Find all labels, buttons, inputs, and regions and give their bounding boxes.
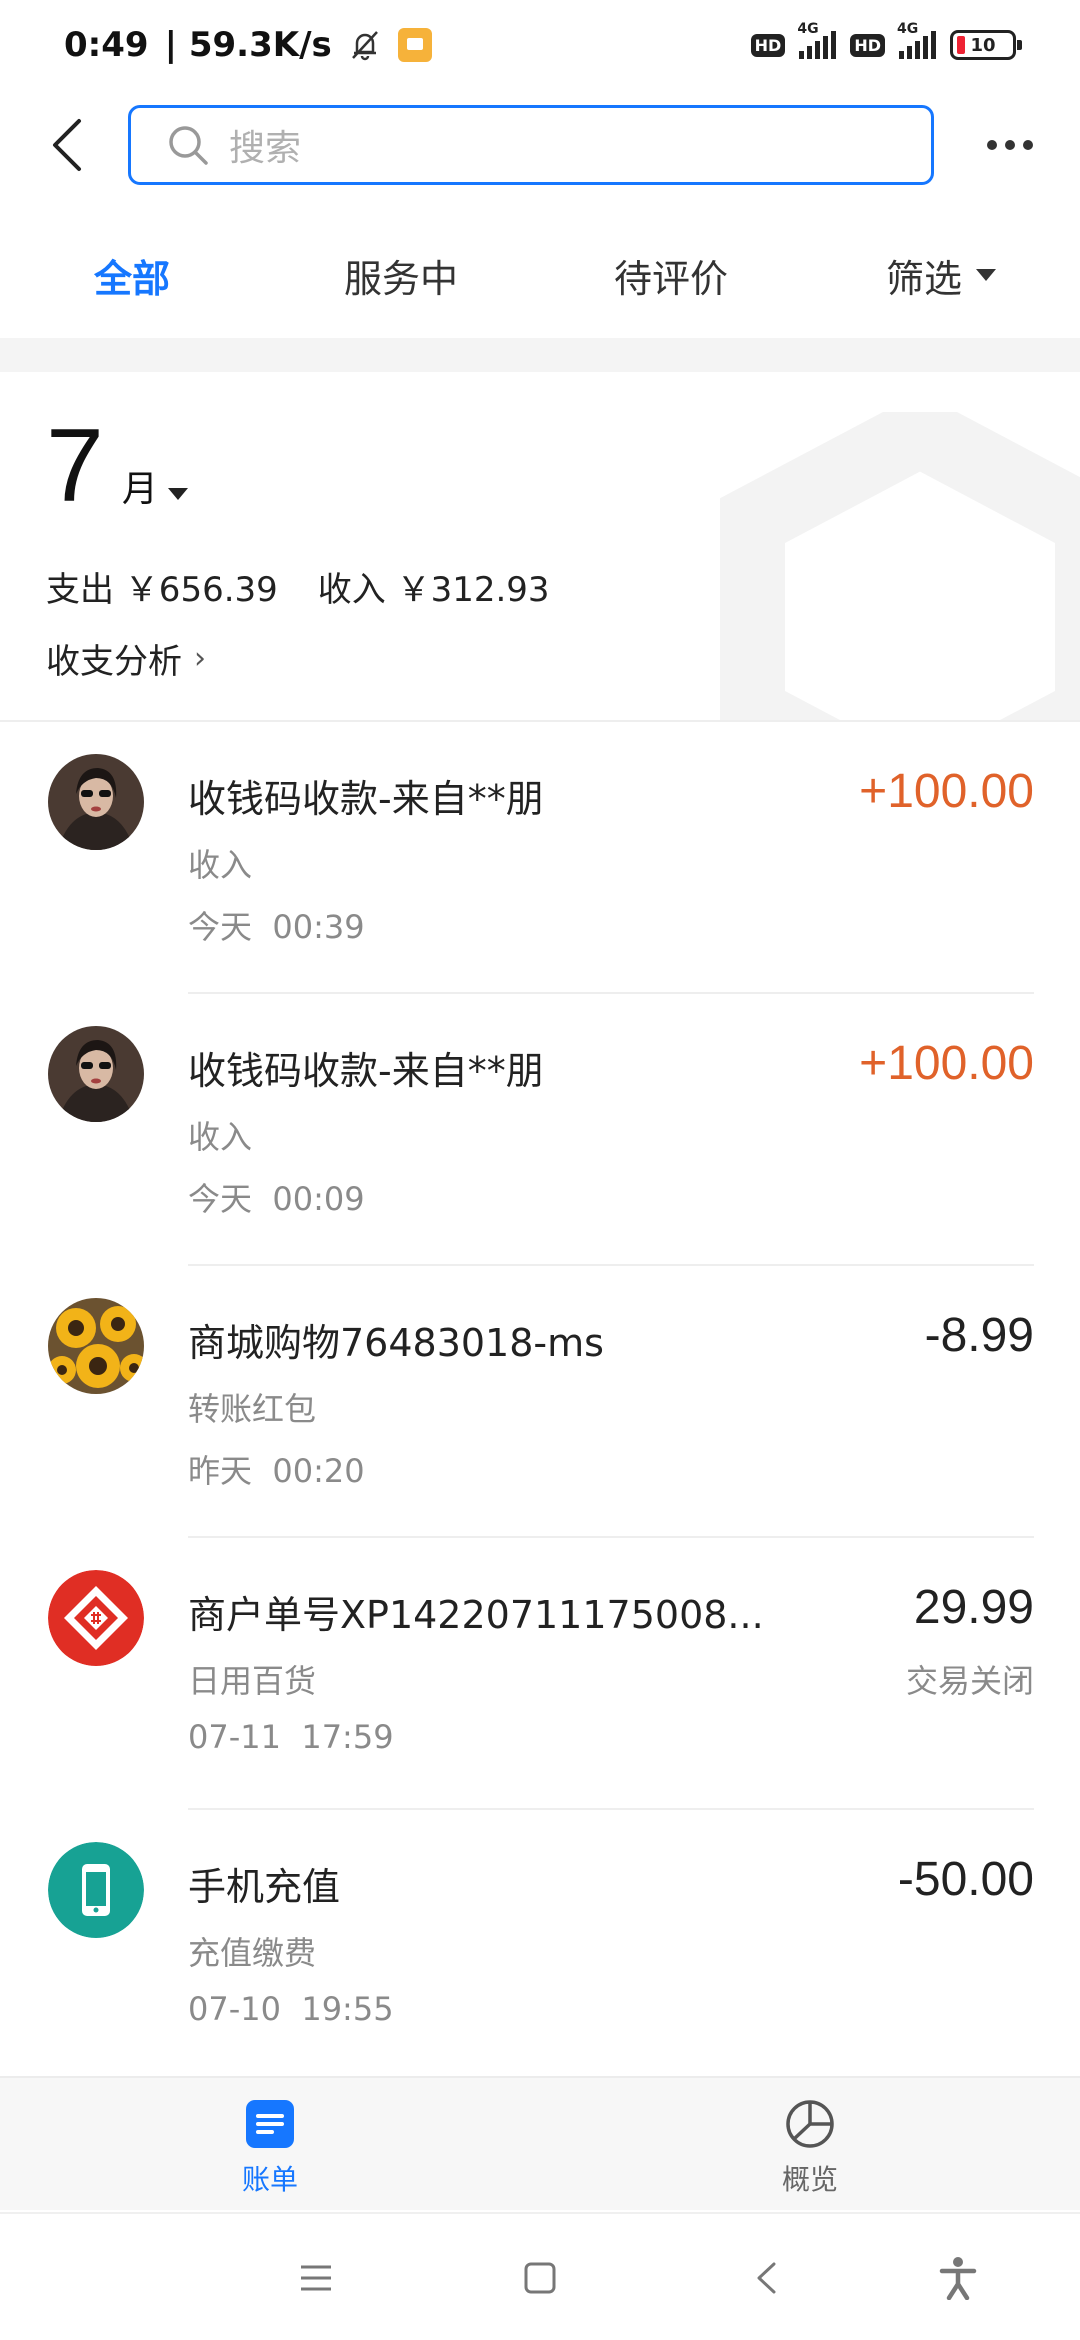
transaction-row[interactable]: 商城购物76483018-ms 转账红包 昨天 00:20 -8.99: [0, 1266, 1080, 1538]
back-button[interactable]: [40, 114, 94, 176]
filter-tabs: 全部 服务中 待评价 筛选: [0, 230, 1080, 320]
transaction-category: 充值缴费: [188, 1934, 317, 1972]
status-right: HD 4G HD 4G 10: [750, 21, 1022, 60]
transaction-time: 今天 00:09: [188, 1180, 365, 1218]
system-navigation-bar: [0, 2212, 1080, 2340]
nav-bill-label: 账单: [241, 2163, 298, 2196]
expense-total: 支出 ￥656.39: [46, 570, 278, 610]
hd-badge: HD: [750, 33, 786, 57]
tab-all[interactable]: 全部: [94, 248, 170, 303]
month-selector[interactable]: 7 月: [46, 408, 188, 524]
phone-recharge-icon: [48, 1842, 144, 1938]
transaction-status: 交易关闭: [905, 1662, 1034, 1700]
nav-overview-label: 概览: [781, 2163, 838, 2196]
transaction-title: 商户单号XP14220711175008...: [188, 1593, 764, 1637]
network-type-label: 4G: [797, 21, 819, 37]
network-speed: | 59.3K/s: [164, 25, 332, 65]
income-total: 收入 ￥312.93: [317, 570, 550, 610]
transaction-title: 收钱码收款-来自**朋: [188, 777, 544, 821]
transaction-category: 日用百货: [188, 1662, 317, 1700]
notification-app-icon: [397, 28, 432, 62]
accessibility-button[interactable]: [928, 2248, 988, 2308]
tab-filter[interactable]: 筛选: [886, 248, 997, 303]
menu-lines-icon: [301, 2265, 331, 2291]
person-avatar: [48, 754, 144, 850]
hd-badge-2: HD: [850, 33, 885, 57]
sunflower-avatar: [48, 1298, 144, 1394]
system-back-button[interactable]: [736, 2248, 796, 2308]
battery-icon: 10: [950, 30, 1022, 60]
back-arrow-icon: [53, 119, 81, 171]
search-icon: [169, 126, 208, 165]
status-left: 0:49 | 59.3K/s: [64, 25, 432, 65]
person-avatar: [48, 1026, 144, 1122]
transaction-row[interactable]: 手机充值 充值缴费 07-10 19:55 -50.00: [0, 1810, 1080, 2082]
tab-pending-review[interactable]: 待评价: [614, 248, 728, 303]
pinduoduo-logo: [48, 1570, 144, 1666]
battery-level: 10: [970, 34, 996, 56]
search-input[interactable]: 搜索: [128, 105, 934, 185]
section-gap: [0, 338, 1080, 372]
transaction-row[interactable]: 商户单号XP14220711175008... 日用百货 07-11 17:59…: [0, 1538, 1080, 1810]
recent-apps-button[interactable]: [286, 2248, 346, 2308]
transaction-time: 今天 00:39: [188, 908, 365, 946]
transaction-time: 07-10 19:55: [188, 1990, 394, 2028]
transaction-list: 收钱码收款-来自**朋 收入 今天 00:39 +100.00 收钱码收款-来自…: [0, 722, 1080, 2082]
nav-bill[interactable]: 账单: [170, 2098, 370, 2198]
accessibility-icon: [939, 2257, 977, 2300]
transaction-title: 收钱码收款-来自**朋: [188, 1049, 544, 1093]
transaction-row[interactable]: 收钱码收款-来自**朋 收入 今天 00:09 +100.00: [0, 994, 1080, 1266]
transaction-amount: 29.99: [913, 1581, 1034, 1634]
bottom-tab-bar: 账单 概览: [0, 2076, 1080, 2210]
transaction-time: 昨天 00:20: [188, 1452, 365, 1490]
income-expense-analysis-link[interactable]: 收支分析 ›: [46, 634, 206, 683]
back-triangle-icon: [757, 2262, 776, 2294]
transaction-category: 收入: [188, 846, 253, 884]
transaction-category: 转账红包: [188, 1390, 317, 1428]
status-bar: 0:49 | 59.3K/s HD 4G HD 4G 10: [0, 0, 1080, 90]
signal-strength-icon: 4G: [797, 21, 837, 59]
transaction-title: 手机充值: [188, 1865, 341, 1909]
transaction-title: 商城购物76483018-ms: [188, 1321, 604, 1365]
chevron-right-icon: ›: [194, 641, 206, 676]
month-number: 7: [46, 408, 104, 524]
month-unit: 月: [121, 469, 158, 510]
transaction-row[interactable]: 收钱码收款-来自**朋 收入 今天 00:39 +100.00: [0, 722, 1080, 994]
bill-icon: [246, 2100, 294, 2148]
month-totals: 支出 ￥656.39 收入 ￥312.93: [46, 562, 550, 611]
bell-muted-icon: [351, 31, 378, 61]
background-hexagon-decoration: [720, 412, 1080, 720]
caret-down-icon: [976, 269, 997, 281]
more-options-button[interactable]: [980, 120, 1040, 170]
search-placeholder: 搜索: [229, 128, 302, 169]
pie-chart-icon: [786, 2100, 834, 2148]
tab-in-service[interactable]: 服务中: [344, 248, 458, 303]
transaction-amount: -8.99: [924, 1309, 1034, 1362]
clock: 0:49: [64, 25, 149, 65]
analysis-link-label: 收支分析: [46, 642, 182, 682]
transaction-category: 收入: [188, 1118, 253, 1156]
nav-overview[interactable]: 概览: [710, 2098, 910, 2198]
header: 搜索: [0, 100, 1080, 190]
home-square-icon: [524, 2262, 556, 2294]
signal-strength-icon-2: 4G: [897, 21, 936, 59]
home-button[interactable]: [510, 2248, 570, 2308]
transaction-amount: -50.00: [897, 1853, 1034, 1906]
transaction-amount: +100.00: [859, 765, 1034, 818]
network-type-label-2: 4G: [897, 21, 919, 37]
monthly-summary: 7 月 支出 ￥656.39 收入 ￥312.93 收支分析 ›: [0, 372, 1080, 720]
tab-filter-label: 筛选: [886, 256, 963, 301]
transaction-amount: +100.00: [859, 1037, 1034, 1090]
transaction-time: 07-11 17:59: [188, 1718, 394, 1756]
caret-down-icon: [167, 488, 188, 500]
